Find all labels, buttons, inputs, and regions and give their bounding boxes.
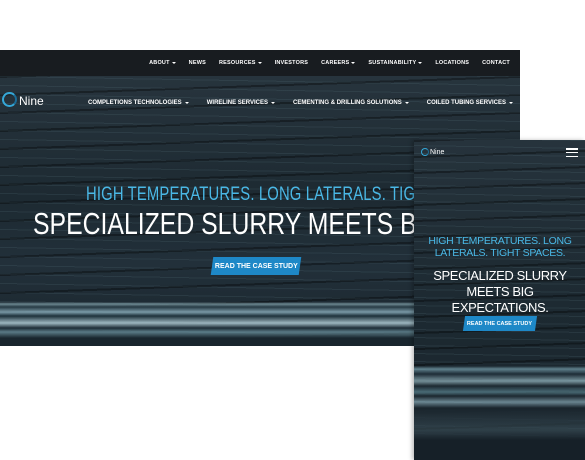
mobile-read-case-study-label: READ THE CASE STUDY xyxy=(467,320,533,327)
utility-nav-label: SUSTAINABILITY xyxy=(368,60,417,66)
utility-nav-label: NEWS xyxy=(188,60,206,66)
main-nav-label: WIRELINE SERVICES xyxy=(206,100,268,106)
chevron-down-icon xyxy=(404,102,409,104)
utility-nav-label: CONTACT xyxy=(482,60,510,66)
main-nav-label: COILED TUBING SERVICES xyxy=(426,100,506,106)
logo-text: Nine xyxy=(19,94,44,108)
logo[interactable]: Nine xyxy=(2,92,44,107)
chevron-down-icon xyxy=(351,62,356,64)
utility-nav-label: LOCATIONS xyxy=(435,60,470,66)
chevron-down-icon xyxy=(509,102,513,104)
chevron-down-icon xyxy=(171,62,176,64)
chevron-down-icon xyxy=(184,102,189,104)
main-nav-item-0[interactable]: COMPLETIONS TECHNOLOGIES xyxy=(88,100,189,106)
chevron-down-icon xyxy=(418,62,423,64)
utility-nav-resources[interactable]: RESOURCES xyxy=(219,60,262,66)
utility-nav-careers[interactable]: CAREERS xyxy=(321,60,356,66)
main-nav-item-2[interactable]: CEMENTING & DRILLING SOLUTIONS xyxy=(293,100,409,106)
mobile-hero: Nine HIGH TEMPERATURES. LONG LATERALS. T… xyxy=(414,140,585,460)
utility-nav-label: CAREERS xyxy=(321,60,350,66)
utility-nav-about[interactable]: ABOUT xyxy=(149,60,176,66)
mobile-hero-headline: SPECIALIZED SLURRY MEETS BIG EXPECTATION… xyxy=(433,268,567,315)
mobile-mockup: Nine HIGH TEMPERATURES. LONG LATERALS. T… xyxy=(414,140,585,460)
utility-nav-sustainability[interactable]: SUSTAINABILITY xyxy=(368,60,423,66)
main-nav-item-3[interactable]: COILED TUBING SERVICES xyxy=(427,100,513,106)
main-nav-item-1[interactable]: WIRELINE SERVICES xyxy=(207,100,275,106)
mobile-logo-text: Nine xyxy=(430,149,445,156)
utility-nav-news[interactable]: NEWS xyxy=(189,60,206,66)
utility-nav-investors[interactable]: INVESTORS xyxy=(275,60,308,66)
mobile-hero-tagline: HIGH TEMPERATURES. LONG LATERALS. TIGHT … xyxy=(428,235,572,259)
utility-nav-label: RESOURCES xyxy=(218,60,256,66)
main-nav-label: CEMENTING & DRILLING SOLUTIONS xyxy=(293,100,402,106)
main-nav: COMPLETIONS TECHNOLOGIES WIRELINE SERVICE… xyxy=(88,100,513,106)
utility-nav-label: ABOUT xyxy=(149,60,170,66)
utility-nav: ABOUT NEWS RESOURCES INVESTORS CAREERS SUSTAI… xyxy=(149,50,510,76)
mobile-read-case-study-button[interactable]: READ THE CASE STUDY xyxy=(462,316,538,331)
utility-nav-label: INVESTORS xyxy=(274,60,309,66)
logo-ring-icon xyxy=(421,148,429,156)
read-case-study-label: READ THE CASE STUDY xyxy=(214,262,298,270)
utility-nav-bar: ABOUT NEWS RESOURCES INVESTORS CAREERS SUSTAI… xyxy=(0,50,520,76)
utility-nav-contact[interactable]: CONTACT xyxy=(482,60,510,66)
main-nav-label: COMPLETIONS TECHNOLOGIES xyxy=(88,100,182,106)
chevron-down-icon xyxy=(270,102,275,104)
utility-nav-locations[interactable]: LOCATIONS xyxy=(435,60,469,66)
mobile-logo[interactable]: Nine xyxy=(421,148,444,156)
logo-ring-icon xyxy=(2,92,17,107)
read-case-study-button[interactable]: READ THE CASE STUDY xyxy=(210,257,302,275)
hamburger-icon[interactable] xyxy=(566,148,578,157)
chevron-down-icon xyxy=(257,62,262,64)
